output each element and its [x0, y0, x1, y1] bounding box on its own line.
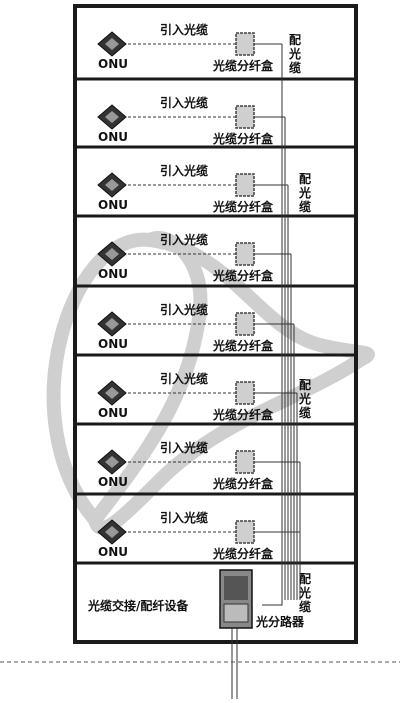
onu-label: ONU — [98, 57, 128, 71]
splice-box-icon — [235, 450, 255, 474]
drop-cable-label: 引入光缆 — [160, 511, 209, 525]
drop-cable-label: 引入光缆 — [160, 303, 209, 317]
splice-box-label: 光缆分纤盒 — [213, 269, 274, 283]
splice-box-icon — [235, 32, 255, 56]
splice-box-icon — [235, 173, 255, 197]
onu-label: ONU — [98, 475, 128, 489]
onu-label: ONU — [98, 198, 128, 212]
splice-box-icon — [235, 105, 255, 129]
distribution-cable-label-4: 配光缆 — [298, 572, 311, 614]
drop-cable-label: 引入光缆 — [160, 372, 209, 386]
riser-to-splitter-line — [262, 600, 283, 606]
cross-connect-equipment-label: 光缆交接/配纤设备 — [88, 599, 189, 613]
splice-box-label: 光缆分纤盒 — [213, 59, 274, 73]
onu-label: ONU — [98, 130, 128, 144]
optical-splitter-label: 光分路器 — [256, 615, 305, 629]
distribution-cable-label-1: 配光缆 — [288, 33, 301, 75]
distribution-cable-label-3: 配光缆 — [298, 378, 311, 420]
onu-label: ONU — [98, 406, 128, 420]
splitter-cabinet-panel — [224, 576, 248, 600]
splice-box-label: 光缆分纤盒 — [213, 547, 274, 561]
distribution-cable-label-2: 配光缆 — [298, 172, 311, 214]
splitter-module-icon — [223, 603, 249, 623]
building-diagram: ONU 引入光缆 光缆分纤盒 ONU 引入光缆 光缆分纤盒 ONU 引入光缆 光缆分纤盒 ONU 引… — [0, 0, 400, 699]
onu-label: ONU — [98, 545, 128, 559]
drop-cable-label: 引入光缆 — [160, 233, 209, 247]
splice-box-label: 光缆分纤盒 — [213, 408, 274, 422]
splice-box-icon — [235, 312, 255, 336]
onu-label: ONU — [98, 337, 128, 351]
splice-box-label: 光缆分纤盒 — [213, 477, 274, 491]
splice-box-icon — [235, 242, 255, 266]
onu-label: ONU — [98, 267, 128, 281]
drop-cable-label: 引入光缆 — [160, 441, 209, 455]
splice-box-icon — [235, 381, 255, 405]
drop-cable-label: 引入光缆 — [160, 23, 209, 37]
splice-box-label: 光缆分纤盒 — [213, 200, 274, 214]
splice-box-label: 光缆分纤盒 — [213, 132, 274, 146]
drop-cable-label: 引入光缆 — [160, 96, 209, 110]
drop-cable-label: 引入光缆 — [160, 164, 209, 178]
splice-box-icon — [235, 520, 255, 544]
splice-box-label: 光缆分纤盒 — [213, 339, 274, 353]
